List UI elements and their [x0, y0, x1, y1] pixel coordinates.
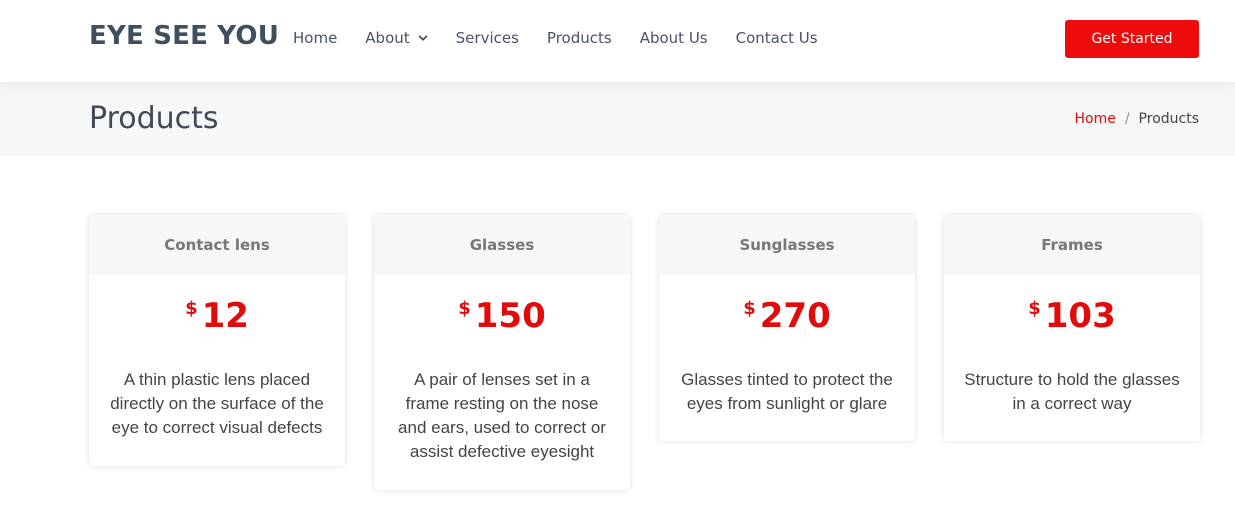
nav-item-label: About Us [639, 29, 708, 47]
currency-symbol: $ [185, 298, 198, 319]
product-price: $ 150 [374, 296, 630, 336]
price-amount: 150 [474, 296, 546, 336]
breadcrumb-current: Products [1138, 111, 1199, 127]
product-card-frames: Frames $ 103 Structure to hold the glass… [944, 215, 1200, 441]
product-description: A thin plastic lens placed directly on t… [110, 370, 324, 437]
nav-item-services[interactable]: Services [456, 29, 519, 47]
nav-item-label: Services [455, 29, 519, 47]
product-name: Glasses [374, 215, 630, 275]
product-description: Structure to hold the glasses in a corre… [964, 370, 1180, 413]
nav-item-label: Home [293, 29, 338, 47]
product-price: $ 12 [89, 296, 345, 336]
get-started-button[interactable]: Get Started [1065, 20, 1199, 58]
product-card-contact-lens: Contact lens $ 12 A thin plastic lens pl… [89, 215, 345, 466]
nav-item-label: About [365, 29, 410, 47]
product-card-sunglasses: Sunglasses $ 270 Glasses tinted to prote… [659, 215, 915, 441]
nav-item-home[interactable]: Home [293, 29, 337, 47]
nav-item-about[interactable]: About [365, 29, 428, 47]
main-nav: Home About Services Products About Us Co… [293, 29, 818, 47]
product-name: Frames [944, 215, 1200, 275]
nav-item-about-us[interactable]: About Us [640, 29, 708, 47]
site-header: EYE SEE YOU Home About Services Products… [0, 0, 1235, 82]
product-price: $ 270 [659, 296, 915, 336]
currency-symbol: $ [743, 298, 756, 319]
breadcrumb-home-link[interactable]: Home [1074, 111, 1115, 127]
product-price: $ 103 [944, 296, 1200, 336]
page-title: Products [89, 101, 219, 136]
price-amount: 12 [201, 296, 249, 336]
nav-item-label: Contact Us [735, 29, 818, 47]
price-amount: 103 [1044, 296, 1116, 336]
nav-item-contact-us[interactable]: Contact Us [736, 29, 818, 47]
product-name: Sunglasses [659, 215, 915, 275]
nav-item-label: Products [546, 29, 612, 47]
site-logo[interactable]: EYE SEE YOU [89, 21, 279, 51]
nav-item-products[interactable]: Products [547, 29, 612, 47]
breadcrumb-band: Products Home / Products [0, 82, 1235, 156]
product-name: Contact lens [89, 215, 345, 275]
product-description: Glasses tinted to protect the eyes from … [681, 370, 893, 413]
chevron-down-icon [418, 35, 428, 41]
breadcrumb: Home / Products [1074, 111, 1199, 127]
price-amount: 270 [759, 296, 831, 336]
product-card-glasses: Glasses $ 150 A pair of lenses set in a … [374, 215, 630, 490]
breadcrumb-separator: / [1124, 111, 1130, 127]
product-description: A pair of lenses set in a frame resting … [398, 370, 606, 461]
currency-symbol: $ [1028, 298, 1041, 319]
currency-symbol: $ [458, 298, 471, 319]
